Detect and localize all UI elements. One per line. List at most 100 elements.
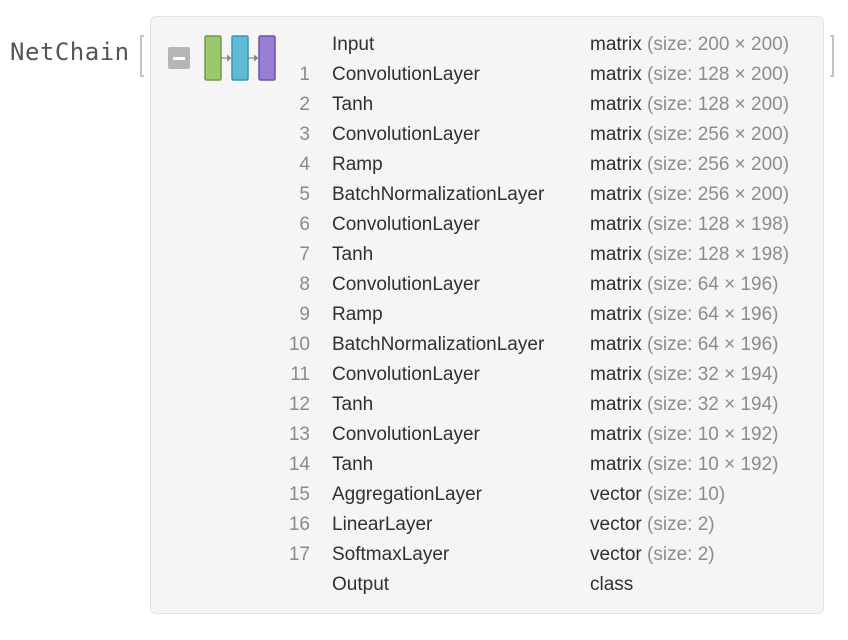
layer-row: 1 ConvolutionLayer matrix (size: 128 × 200… [0,60,848,90]
layer-row: 17 SoftmaxLayer vector (size: 2) [0,540,848,570]
layer-name: Ramp [332,304,383,325]
layer-name: ConvolutionLayer [332,64,480,85]
layer-name: ConvolutionLayer [332,124,480,145]
layer-row: 10 BatchNormalizationLayer matrix (size: 6… [0,330,848,360]
layer-output-shape: matrix (size: 64 × 196) [590,270,779,300]
shape-kind: matrix [590,304,642,325]
shape-size: (size: 64 × 196) [647,304,779,325]
layer-row: 2 Tanh matrix (size: 128 × 200) [0,90,848,120]
layer-index: 7 [299,244,310,265]
layer-name: Tanh [332,394,374,415]
shape-size: (size: 64 × 196) [647,274,779,295]
shape-kind: matrix [590,94,642,115]
layer-output-shape: matrix (size: 200 × 200) [590,30,789,60]
shape-kind: matrix [590,244,642,265]
layer-output-shape: matrix (size: 256 × 200) [590,120,789,150]
layer-index: 11 [290,364,310,385]
layer-name: ConvolutionLayer [332,424,480,445]
layer-row: 8 ConvolutionLayer matrix (size: 64 × 196) [0,270,848,300]
shape-size: (size: 2) [647,544,715,565]
layer-row: 4 Ramp matrix (size: 256 × 200) [0,150,848,180]
shape-size: (size: 10 × 192) [647,424,779,445]
layer-index: 12 [288,394,310,415]
layer-row: 9 Ramp matrix (size: 64 × 196) [0,300,848,330]
shape-kind: vector [590,544,642,565]
shape-kind: matrix [590,334,642,355]
shape-kind: vector [590,514,642,535]
layer-index: 10 [288,334,310,355]
layer-output-shape: matrix (size: 256 × 200) [590,150,789,180]
layer-output-shape: vector (size: 2) [590,510,715,540]
layer-name: BatchNormalizationLayer [332,334,545,355]
shape-size: (size: 200 × 200) [647,34,790,55]
layer-output-shape: matrix (size: 10 × 192) [590,420,779,450]
layer-output-shape: matrix (size: 128 × 198) [590,210,789,240]
shape-size: (size: 128 × 200) [647,94,790,115]
shape-kind: matrix [590,424,642,445]
layer-index: 3 [299,124,310,145]
shape-kind: matrix [590,124,642,145]
layer-output-shape: vector (size: 10) [590,480,725,510]
shape-size: (size: 10 × 192) [647,454,779,475]
layer-row: 13 ConvolutionLayer matrix (size: 10 × 192… [0,420,848,450]
shape-kind: matrix [590,454,642,475]
layer-index: 4 [299,154,310,175]
layer-row: 12 Tanh matrix (size: 32 × 194) [0,390,848,420]
layer-index: 17 [288,544,310,565]
layer-output-shape: matrix (size: 32 × 194) [590,390,779,420]
layer-name: SoftmaxLayer [332,544,450,565]
shape-size: (size: 10) [647,484,726,505]
layer-index: 8 [299,274,310,295]
layer-index: 15 [288,484,310,505]
layer-row: Output class [0,570,848,600]
layer-index: 13 [288,424,310,445]
layer-output-shape: matrix (size: 10 × 192) [590,450,779,480]
layer-name: Ramp [332,154,383,175]
shape-kind: matrix [590,184,642,205]
layer-name: Tanh [332,94,374,115]
layer-output-shape: matrix (size: 256 × 200) [590,180,789,210]
shape-kind: matrix [590,34,642,55]
layer-name: Tanh [332,454,374,475]
right-bracket [830,35,834,77]
layer-index: 2 [299,94,310,115]
shape-size: (size: 128 × 198) [647,244,790,265]
layer-output-shape: class [590,570,633,600]
shape-kind: matrix [590,274,642,295]
shape-size: (size: 2) [647,514,715,535]
layer-row: 5 BatchNormalizationLayer matrix (size: 25… [0,180,848,210]
layer-index: 14 [288,454,310,475]
layer-output-shape: matrix (size: 128 × 198) [590,240,789,270]
layer-name: BatchNormalizationLayer [332,184,545,205]
shape-kind: matrix [590,214,642,235]
layer-row: 14 Tanh matrix (size: 10 × 192) [0,450,848,480]
layer-row: Input matrix (size: 200 × 200) [0,30,848,60]
layer-index: 6 [299,214,310,235]
layer-output-shape: matrix (size: 128 × 200) [590,60,789,90]
shape-size: (size: 256 × 200) [647,124,790,145]
shape-kind: vector [590,484,642,505]
layer-index: 16 [288,514,310,535]
shape-kind: matrix [590,154,642,175]
layer-name: Input [332,34,375,55]
layer-name: AggregationLayer [332,484,482,505]
layer-name: ConvolutionLayer [332,214,480,235]
layer-output-shape: matrix (size: 64 × 196) [590,300,779,330]
layer-name: ConvolutionLayer [332,274,480,295]
layer-row: 16 LinearLayer vector (size: 2) [0,510,848,540]
layer-row: 6 ConvolutionLayer matrix (size: 128 × 198… [0,210,848,240]
shape-size: (size: 32 × 194) [647,364,779,385]
shape-size: (size: 256 × 200) [647,154,790,175]
layer-output-shape: matrix (size: 32 × 194) [590,360,779,390]
shape-size: (size: 128 × 198) [647,214,790,235]
shape-kind: class [590,574,634,595]
layer-name: ConvolutionLayer [332,364,480,385]
shape-size: (size: 256 × 200) [647,184,790,205]
layer-name: LinearLayer [332,514,433,535]
layer-name: Tanh [332,244,374,265]
layer-name: Output [332,574,390,595]
layer-row: 15 AggregationLayer vector (size: 10) [0,480,848,510]
layer-row: 3 ConvolutionLayer matrix (size: 256 × 200… [0,120,848,150]
shape-kind: matrix [590,364,642,385]
shape-kind: matrix [590,394,642,415]
